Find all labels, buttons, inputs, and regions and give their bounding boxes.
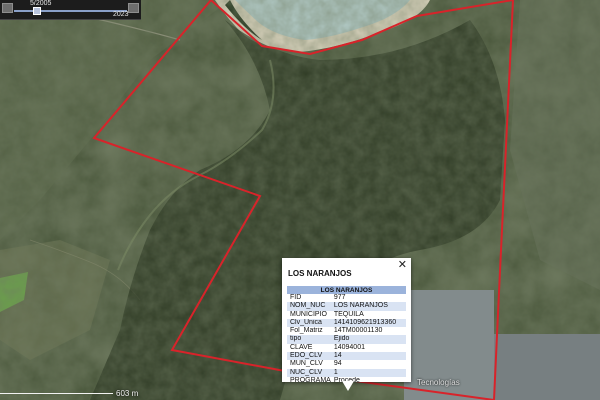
- table-row: MUNICIPIO TEQUILA: [290, 310, 364, 318]
- balloon-pointer: [342, 381, 354, 391]
- balloon-title: LOS NARANJOS: [288, 269, 352, 278]
- table-row: Clv_Unica 1414109621913360: [287, 318, 406, 328]
- low-res-imagery-gradient: [494, 334, 600, 400]
- timeline-back-icon[interactable]: [2, 3, 13, 13]
- imagery-attribution: Tecnologías: [417, 378, 460, 387]
- table-row: Fol_Matriz 14TM00001130: [290, 327, 383, 335]
- table-row: FID 977: [290, 294, 346, 301]
- scale-bar: [0, 393, 113, 394]
- table-row: EDO_CLV 14: [287, 352, 406, 361]
- table-row: NUC_CLV 1: [287, 368, 406, 377]
- table-row: CLAVE 14094001: [290, 343, 365, 351]
- table-row: NOM_NUC LOS NARANJOS: [287, 302, 406, 311]
- attribute-table: LOS NARANJOS FID 977 NOM_NUC LOS NARANJOS …: [287, 286, 406, 385]
- timeline-forward-icon[interactable]: [128, 3, 139, 13]
- table-row: tipo Ejido: [287, 335, 406, 344]
- historical-imagery-timeline[interactable]: 5/2005 2023: [0, 0, 141, 20]
- table-row: MUN_CLV 94: [290, 360, 342, 368]
- feature-info-balloon: ✕ LOS NARANJOS LOS NARANJOS FID 977 NOM_N…: [282, 258, 411, 385]
- close-icon[interactable]: ✕: [398, 259, 407, 271]
- timeline-handle[interactable]: [33, 7, 41, 15]
- scale-label: 603 m: [116, 389, 139, 398]
- timeline-track[interactable]: [14, 10, 127, 12]
- attribute-table-header: LOS NARANJOS: [287, 286, 406, 294]
- timeline-start-label: 5/2005: [30, 0, 52, 7]
- timeline-end-label: 2023: [113, 11, 129, 18]
